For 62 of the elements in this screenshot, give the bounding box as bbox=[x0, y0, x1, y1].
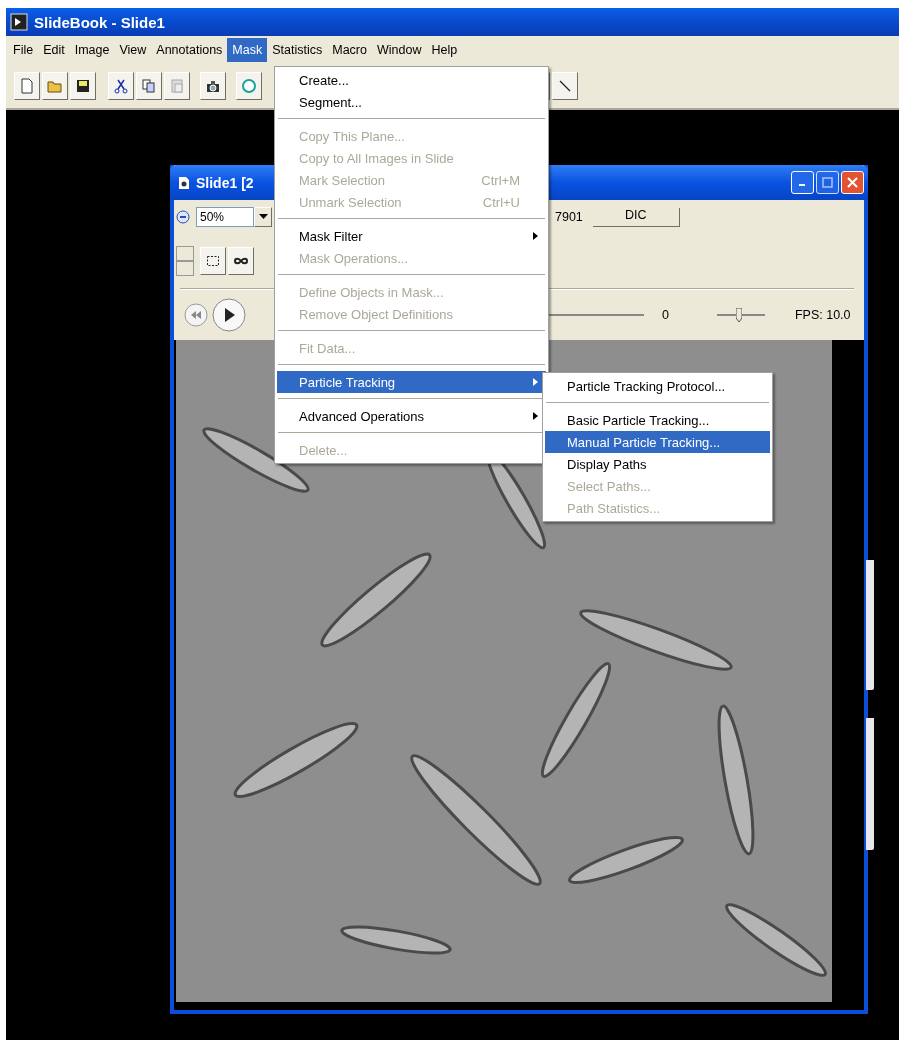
cut-button[interactable] bbox=[108, 72, 134, 100]
menu-bar-item[interactable]: Window bbox=[372, 38, 427, 62]
shortcut-label: Ctrl+M bbox=[481, 172, 520, 188]
maximize-button[interactable] bbox=[816, 171, 839, 194]
menu-item[interactable]: Manual Particle Tracking... bbox=[545, 431, 770, 453]
menu-item[interactable]: Advanced Operations bbox=[277, 405, 546, 427]
menu-bar-item[interactable]: File bbox=[8, 38, 39, 62]
open-folder-button[interactable] bbox=[42, 72, 68, 100]
zoom-out-icon[interactable] bbox=[176, 210, 190, 224]
menu-bar-item[interactable]: Macro bbox=[327, 38, 372, 62]
maximize-icon bbox=[822, 177, 833, 188]
caret-icon bbox=[258, 214, 268, 220]
shortcut-label: Ctrl+U bbox=[482, 194, 520, 210]
rectangle-select-icon bbox=[205, 253, 221, 269]
dropdown-button[interactable] bbox=[254, 207, 272, 227]
menu-bar-item[interactable]: Mask bbox=[227, 38, 268, 62]
fps-label: FPS: 10.0 bbox=[794, 308, 851, 322]
rewind-icon[interactable] bbox=[184, 303, 208, 327]
copy-button[interactable] bbox=[136, 72, 162, 100]
camera-icon bbox=[205, 78, 221, 94]
menu-item[interactable]: Mask Filter bbox=[277, 225, 546, 247]
open-folder-icon bbox=[47, 78, 63, 94]
menu-item[interactable]: Particle Tracking bbox=[277, 371, 546, 393]
close-button[interactable] bbox=[841, 171, 864, 194]
minimize-button[interactable] bbox=[791, 171, 814, 194]
document-icon bbox=[178, 175, 190, 190]
window-title: Slide1 [2 bbox=[196, 174, 254, 191]
new-file-icon bbox=[19, 78, 35, 94]
circle-button[interactable] bbox=[236, 72, 262, 100]
menu-item[interactable]: Segment... bbox=[277, 91, 546, 113]
copy-icon bbox=[141, 78, 157, 94]
menu-item[interactable]: Particle Tracking Protocol... bbox=[545, 375, 770, 397]
menu-item[interactable]: Basic Particle Tracking... bbox=[545, 409, 770, 431]
menu-bar-item[interactable]: View bbox=[114, 38, 152, 62]
paste-icon bbox=[169, 78, 185, 94]
new-file-button[interactable] bbox=[14, 72, 40, 100]
menu-item[interactable]: Create... bbox=[277, 69, 546, 91]
play-icon[interactable] bbox=[212, 298, 246, 332]
menu-bar-item[interactable]: Help bbox=[426, 38, 463, 62]
line-tool-button[interactable] bbox=[552, 72, 578, 100]
cut-icon bbox=[113, 78, 129, 94]
loop-button[interactable] bbox=[228, 247, 254, 275]
fps-slider-thumb[interactable] bbox=[735, 308, 742, 322]
menu-bar-item[interactable]: Annotations bbox=[151, 38, 228, 62]
camera-button[interactable] bbox=[200, 72, 226, 100]
channel-button[interactable]: DIC bbox=[592, 207, 680, 227]
frame-number: 0 bbox=[662, 308, 669, 322]
save-icon bbox=[75, 78, 91, 94]
circle-icon bbox=[241, 78, 257, 94]
save-button[interactable] bbox=[70, 72, 96, 100]
zoom-field[interactable]: 50% bbox=[196, 207, 254, 227]
app-icon bbox=[10, 13, 28, 31]
rectangle-select-button[interactable] bbox=[200, 247, 226, 275]
window-title: SlideBook - Slide1 bbox=[34, 13, 165, 31]
menu-bar-item[interactable]: Image bbox=[69, 38, 115, 62]
menu-bar-item[interactable]: Statistics bbox=[267, 38, 328, 62]
frame-code: 7901 bbox=[555, 210, 583, 224]
menu-bar-item[interactable]: Edit bbox=[38, 38, 70, 62]
close-icon bbox=[847, 177, 858, 188]
line-tool-icon bbox=[557, 78, 573, 94]
paste-button[interactable] bbox=[164, 72, 190, 100]
menu-item[interactable]: Display Paths bbox=[545, 453, 770, 475]
